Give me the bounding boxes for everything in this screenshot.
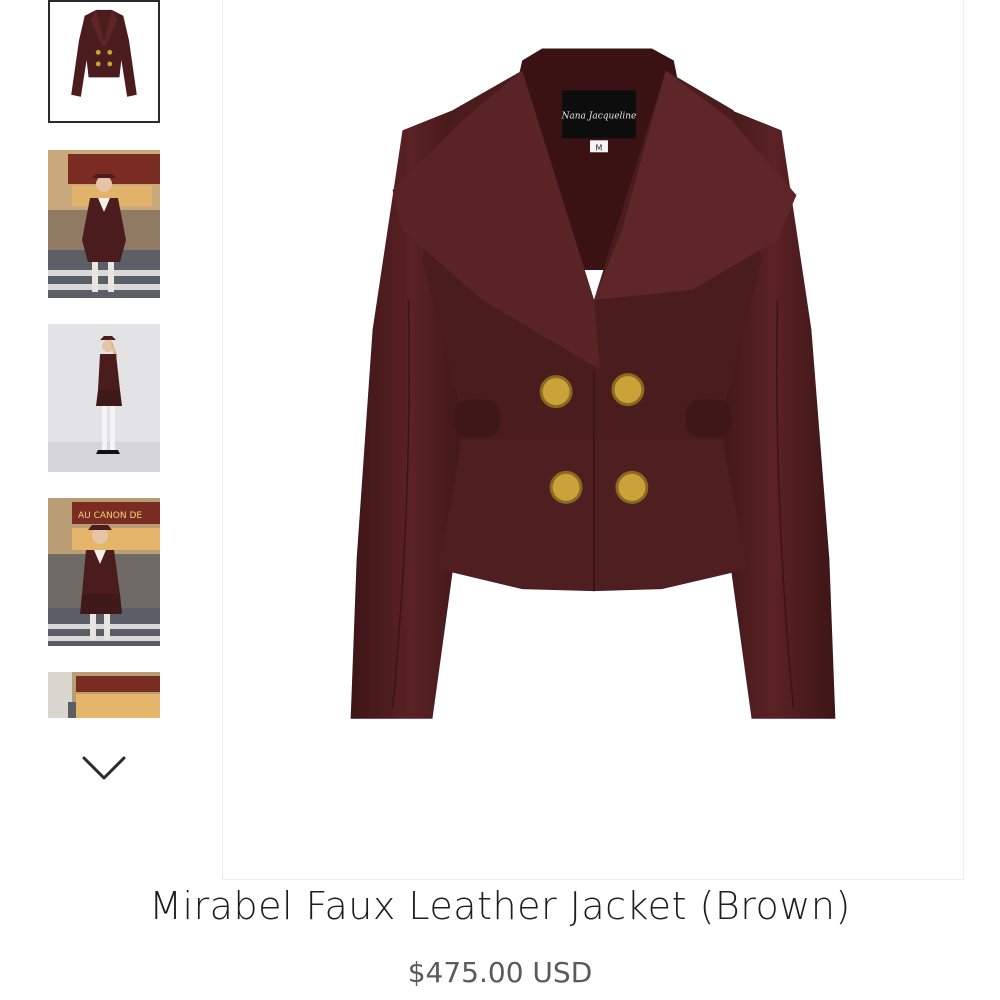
chevron-down-icon bbox=[82, 756, 126, 780]
thumbnails-next-button[interactable] bbox=[80, 752, 128, 784]
product-price: $475.00 USD bbox=[407, 956, 593, 989]
jacket-illustration: Nana Jacqueline M bbox=[350, 48, 836, 719]
gallery-thumbnail-2[interactable] bbox=[48, 150, 160, 298]
jacket-thumbnail-image bbox=[50, 2, 158, 121]
street-photo-thumbnail-image bbox=[48, 150, 160, 298]
gallery-thumbnail-1[interactable] bbox=[48, 0, 160, 123]
cafe-photo-thumbnail-image: AU CANON DE bbox=[48, 498, 160, 646]
brand-label-text: Nana Jacqueline bbox=[561, 111, 637, 121]
cafe-sign-text: AU CANON DE bbox=[78, 511, 142, 521]
gallery-thumbnail-5[interactable] bbox=[48, 672, 160, 718]
studio-photo-thumbnail-image bbox=[48, 324, 160, 472]
product-title: Mirabel Faux Leather Jacket (Brown) bbox=[149, 884, 851, 928]
gallery-thumbnail-3[interactable] bbox=[48, 324, 160, 472]
cafe-photo-partial-thumbnail-image bbox=[48, 672, 160, 718]
size-label-text: M bbox=[596, 143, 603, 152]
gallery-thumbnail-4[interactable]: AU CANON DE bbox=[48, 498, 160, 646]
product-main-image[interactable]: Nana Jacqueline M bbox=[222, 0, 964, 880]
